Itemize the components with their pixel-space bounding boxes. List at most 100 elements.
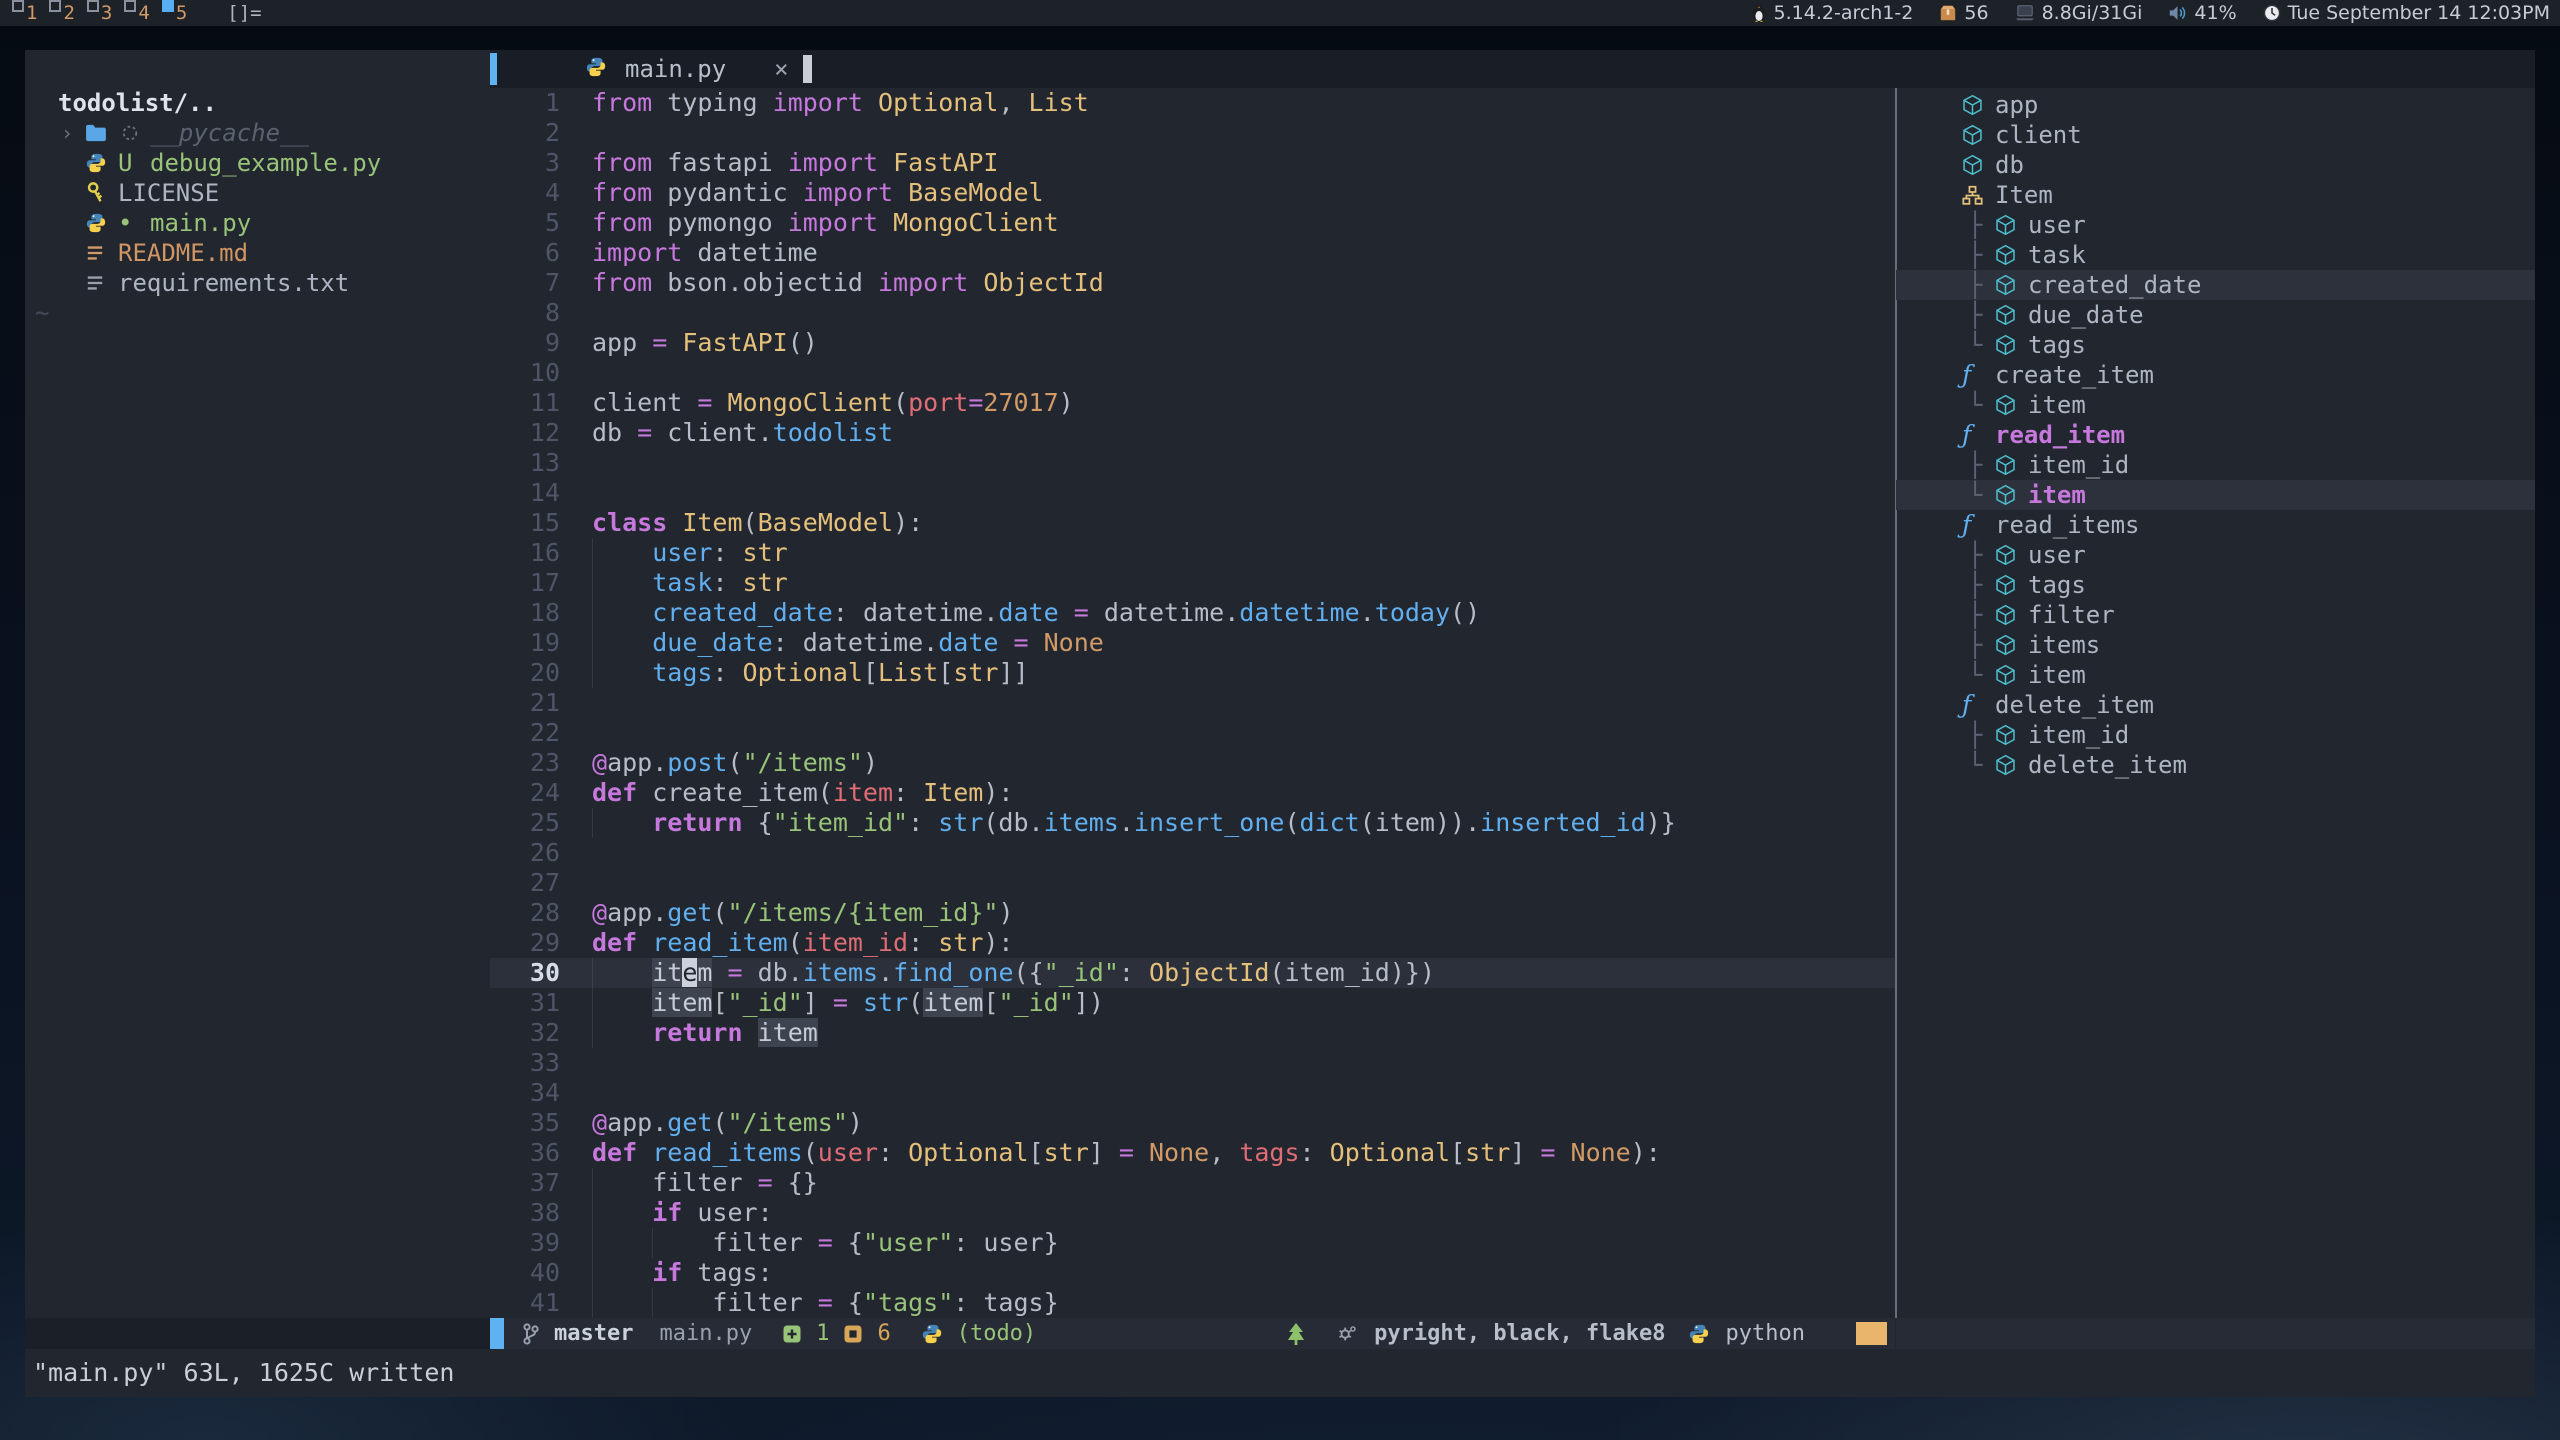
outline-item-due_date[interactable]: ├due_date [1896,300,2535,330]
code-line-10[interactable]: 10 [490,358,1895,388]
outline-item-item_id[interactable]: ├item_id [1896,720,2535,750]
code-line-4[interactable]: 4from pydantic import BaseModel [490,178,1895,208]
code-line-36[interactable]: 36def read_items(user: Optional[str] = N… [490,1138,1895,1168]
code-line-8[interactable]: 8 [490,298,1895,328]
outline-item-app[interactable]: app [1896,90,2535,120]
code-line-38[interactable]: 38 if user: [490,1198,1895,1228]
code-text: class Item(BaseModel): [592,508,923,538]
code-line-2[interactable]: 2 [490,118,1895,148]
outline-item-client[interactable]: client [1896,120,2535,150]
code-line-41[interactable]: 41 filter = {"tags": tags} [490,1288,1895,1318]
code-line-15[interactable]: 15class Item(BaseModel): [490,508,1895,538]
active-tab-indicator [490,53,497,85]
code-line-16[interactable]: 16 user: str [490,538,1895,568]
txt-icon [85,268,105,298]
code-editor-pane[interactable]: 1from typing import Optional, List23from… [490,88,1895,1318]
tree-item-requirements.txt[interactable]: requirements.txt [25,268,490,298]
tab-main-py[interactable]: main.py × [497,50,812,88]
code-line-39[interactable]: 39 filter = {"user": user} [490,1228,1895,1258]
command-line-message: "main.py" 63L, 1625C written [25,1349,2543,1397]
code-line-1[interactable]: 1from typing import Optional, List [490,88,1895,118]
code-line-7[interactable]: 7from bson.objectid import ObjectId [490,268,1895,298]
outline-item-created_date[interactable]: ├created_date [1896,270,2535,300]
outline-item-user[interactable]: ├user [1896,210,2535,240]
workspace-2[interactable]: 2 [63,2,74,24]
workspace-3[interactable]: 3 [101,2,112,24]
line-number: 22 [490,718,560,748]
code-line-17[interactable]: 17 task: str [490,568,1895,598]
outline-item-task[interactable]: ├task [1896,240,2535,270]
code-line-26[interactable]: 26 [490,838,1895,868]
outline-item-item[interactable]: └item [1896,660,2535,690]
code-text: def create_item(item: Item): [592,778,1013,808]
code-line-20[interactable]: 20 tags: Optional[List[str]] [490,658,1895,688]
outline-item-db[interactable]: db [1896,150,2535,180]
git-status-badge: U [118,148,132,178]
code-line-25[interactable]: 25 return {"item_id": str(db.items.inser… [490,808,1895,838]
outline-item-item[interactable]: └item [1896,480,2535,510]
tree-item-LICENSE[interactable]: LICENSE [25,178,490,208]
outline-item-item[interactable]: └item [1896,390,2535,420]
file-explorer-pane: todolist/.. ›__pycache__Udebug_example.p… [25,50,490,1318]
outline-item-read_items[interactable]: ƒread_items [1896,510,2535,540]
outline-item-read_item[interactable]: ƒread_item [1896,420,2535,450]
code-line-34[interactable]: 34 [490,1078,1895,1108]
code-line-40[interactable]: 40 if tags: [490,1258,1895,1288]
python-icon [85,208,107,238]
tree-item-main.py[interactable]: •main.py [25,208,490,238]
code-line-12[interactable]: 12db = client.todolist [490,418,1895,448]
chevron-right-icon[interactable]: › [61,118,73,148]
tree-item-__pycache__[interactable]: ›__pycache__ [25,118,490,148]
code-line-3[interactable]: 3from fastapi import FastAPI [490,148,1895,178]
workspace-5[interactable]: 5 [176,2,187,24]
outline-item-create_item[interactable]: ƒcreate_item [1896,360,2535,390]
workspace-1[interactable]: 1 [26,2,37,24]
outline-item-label: client [1995,120,2082,150]
code-line-21[interactable]: 21 [490,688,1895,718]
empty-buffer-tilde: ~ [35,298,49,328]
code-line-29[interactable]: 29def read_item(item_id: str): [490,928,1895,958]
outline-item-label: create_item [1995,360,2154,390]
code-line-19[interactable]: 19 due_date: datetime.date = None [490,628,1895,658]
code-line-14[interactable]: 14 [490,478,1895,508]
outline-item-delete_item[interactable]: └delete_item [1896,750,2535,780]
tree-connector: ├ [1968,630,1982,660]
code-line-35[interactable]: 35@app.get("/items") [490,1108,1895,1138]
line-number: 21 [490,688,560,718]
tree-item-label: debug_example.py [150,148,381,178]
code-line-6[interactable]: 6import datetime [490,238,1895,268]
tree-item-debug_example.py[interactable]: Udebug_example.py [25,148,490,178]
file-tree-root[interactable]: todolist/.. [58,88,217,118]
outline-item-delete_item[interactable]: ƒdelete_item [1896,690,2535,720]
code-text: from fastapi import FastAPI [592,148,998,178]
code-line-27[interactable]: 27 [490,868,1895,898]
outline-item-label: Item [1995,180,2053,210]
outline-item-item_id[interactable]: ├item_id [1896,450,2535,480]
code-line-30[interactable]: 30 item = db.items.find_one({"_id": Obje… [490,958,1895,988]
code-line-23[interactable]: 23@app.post("/items") [490,748,1895,778]
outline-item-tags[interactable]: └tags [1896,330,2535,360]
code-line-31[interactable]: 31 item["_id"] = str(item["_id"]) [490,988,1895,1018]
code-line-5[interactable]: 5from pymongo import MongoClient [490,208,1895,238]
code-line-32[interactable]: 32 return item [490,1018,1895,1048]
close-icon[interactable]: × [774,55,788,83]
code-line-22[interactable]: 22 [490,718,1895,748]
code-line-24[interactable]: 24def create_item(item: Item): [490,778,1895,808]
code-line-33[interactable]: 33 [490,1048,1895,1078]
outline-item-filter[interactable]: ├filter [1896,600,2535,630]
code-line-18[interactable]: 18 created_date: datetime.date = datetim… [490,598,1895,628]
code-line-9[interactable]: 9app = FastAPI() [490,328,1895,358]
code-text: due_date: datetime.date = None [592,628,1104,658]
code-line-28[interactable]: 28@app.get("/items/{item_id}") [490,898,1895,928]
git-status-badge: • [118,208,132,238]
tree-item-README.md[interactable]: README.md [25,238,490,268]
code-text: filter = {} [592,1168,818,1198]
workspace-4[interactable]: 4 [138,2,149,24]
outline-item-tags[interactable]: ├tags [1896,570,2535,600]
code-line-37[interactable]: 37 filter = {} [490,1168,1895,1198]
code-line-13[interactable]: 13 [490,448,1895,478]
outline-item-items[interactable]: ├items [1896,630,2535,660]
code-line-11[interactable]: 11client = MongoClient(port=27017) [490,388,1895,418]
outline-item-user[interactable]: ├user [1896,540,2535,570]
outline-item-Item[interactable]: Item [1896,180,2535,210]
